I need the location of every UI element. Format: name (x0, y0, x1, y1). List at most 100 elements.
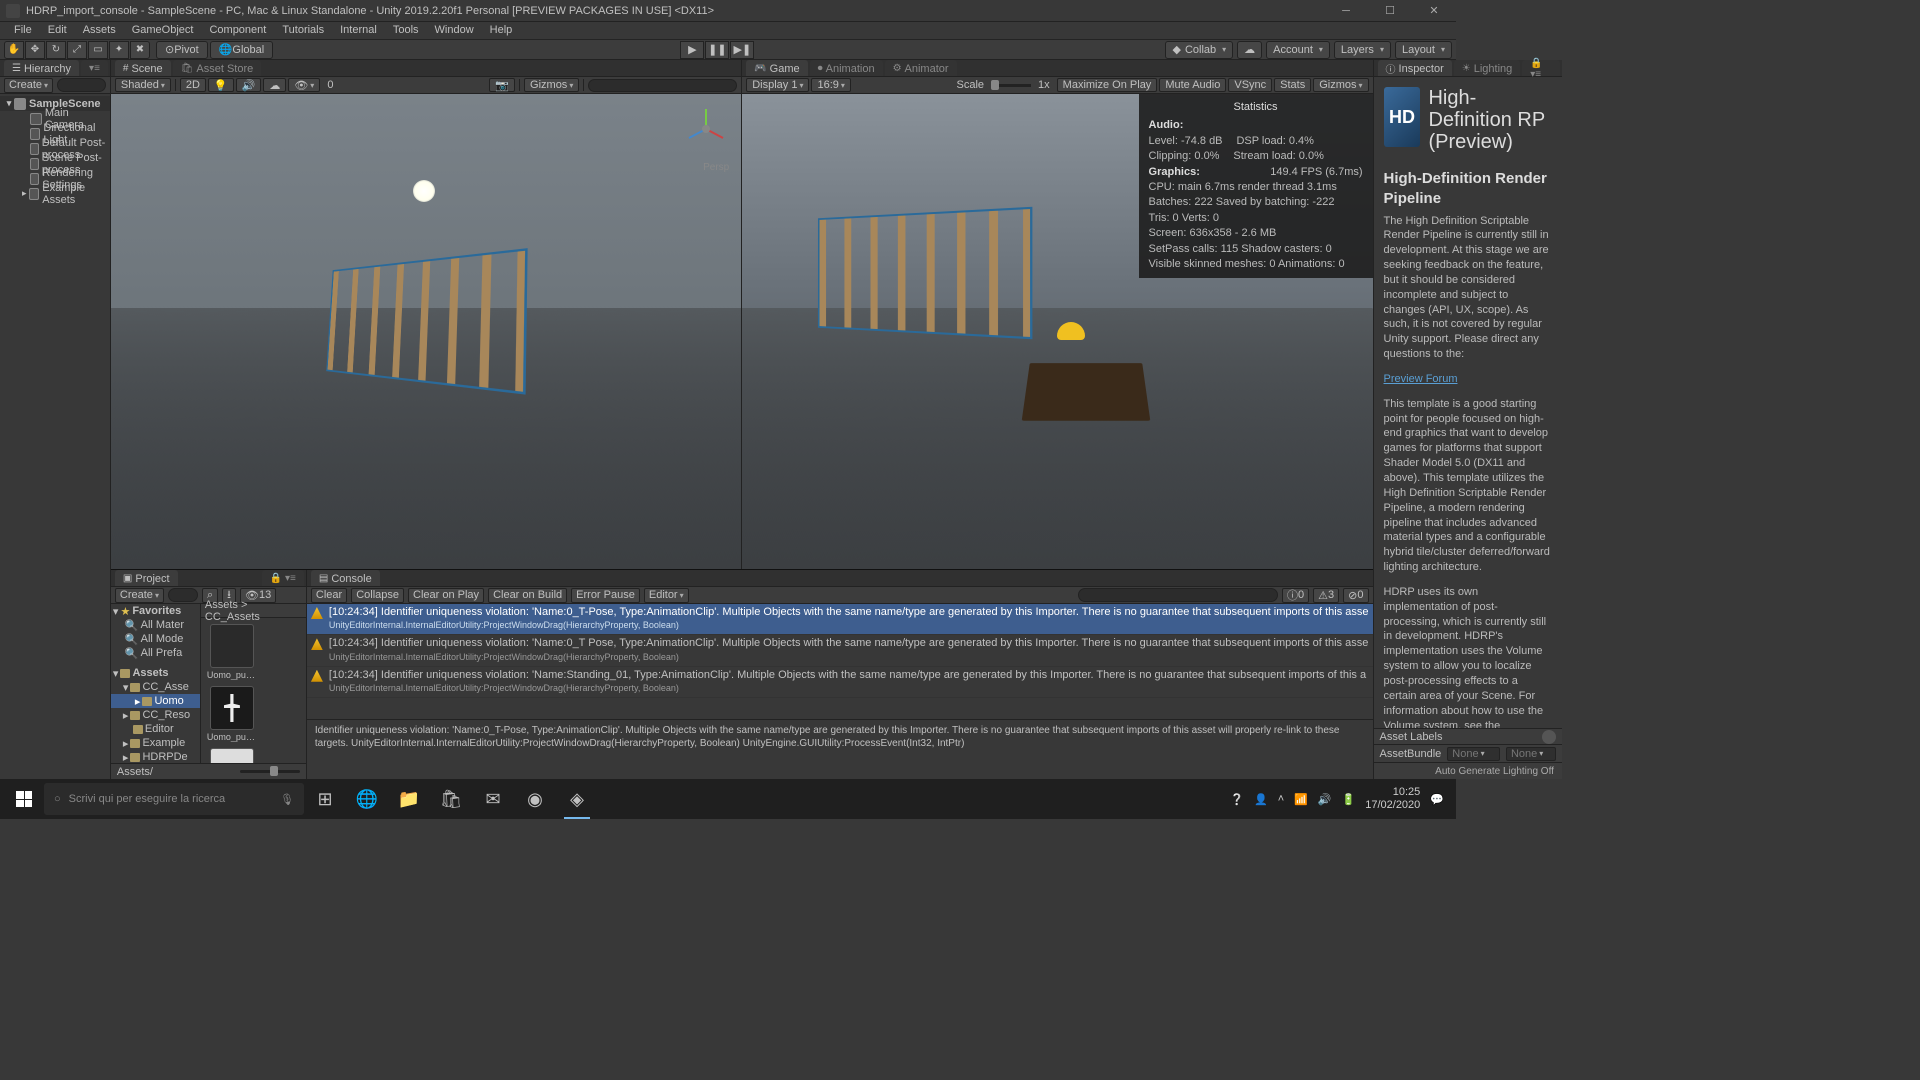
layers-dropdown[interactable]: Layers (1334, 41, 1391, 59)
maximize-button[interactable]: ☐ (1368, 0, 1412, 22)
store-icon[interactable]: 🛍 (430, 779, 472, 819)
account-dropdown[interactable]: Account (1266, 41, 1330, 59)
favorite-item[interactable]: 🔍All Mode (111, 632, 200, 646)
task-view-icon[interactable]: ⊞ (304, 779, 346, 819)
console-collapse-toggle[interactable]: Collapse (351, 588, 404, 603)
unity-taskbar-icon[interactable]: ◈ (556, 779, 598, 819)
preview-forum-link[interactable]: Preview Forum (1384, 373, 1458, 385)
minimize-button[interactable]: ─ (1324, 0, 1368, 22)
mail-icon[interactable]: ✉ (472, 779, 514, 819)
folder-row[interactable]: Editor (111, 722, 200, 736)
project-create-dropdown[interactable]: Create (115, 588, 164, 603)
maximize-on-play-toggle[interactable]: Maximize On Play (1057, 78, 1158, 92)
hierarchy-create-dropdown[interactable]: Create (4, 78, 53, 93)
rotate-tool-button[interactable]: ↻ (46, 41, 66, 59)
tab-project[interactable]: ▣ Project (115, 570, 178, 586)
menu-edit[interactable]: Edit (40, 22, 75, 39)
console-warn-count[interactable]: ⚠ 3 (1313, 588, 1339, 603)
vsync-toggle[interactable]: VSync (1228, 78, 1272, 92)
assetbundle-name-dropdown[interactable]: None (1447, 747, 1500, 761)
tab-inspector[interactable]: ⓘ Inspector (1378, 60, 1452, 76)
menu-internal[interactable]: Internal (332, 22, 385, 39)
menu-tools[interactable]: Tools (385, 22, 427, 39)
pause-button[interactable]: ❚❚ (705, 41, 729, 59)
taskbar-clock[interactable]: 10:25 17/02/2020 (1365, 786, 1420, 812)
folder-row[interactable]: ▸Uomo (111, 694, 200, 708)
notifications-icon[interactable]: 💬 (1430, 793, 1444, 806)
favorite-item[interactable]: 🔍All Mater (111, 618, 200, 632)
inspector-context-icon[interactable]: 🔒 ▾≡ (1522, 60, 1560, 76)
tab-animation[interactable]: ⏺ Animation (810, 60, 883, 76)
collab-dropdown[interactable]: ◆ Collab (1165, 41, 1233, 59)
chrome-icon[interactable]: ◉ (514, 779, 556, 819)
stats-toggle[interactable]: Stats (1274, 78, 1311, 92)
hierarchy-search-input[interactable] (57, 78, 106, 92)
console-log-row[interactable]: [10:24:34] Identifier uniqueness violati… (307, 604, 1373, 635)
tab-asset-store[interactable]: 🛍 Asset Store (173, 60, 262, 76)
move-tool-button[interactable]: ✥ (25, 41, 45, 59)
step-button[interactable]: ▶❚ (730, 41, 754, 59)
console-error-count[interactable]: ⊘ 0 (1343, 588, 1368, 603)
console-clear-button[interactable]: Clear (311, 588, 347, 603)
close-button[interactable]: ✕ (1412, 0, 1456, 22)
tray-chevron-icon[interactable]: ˄ (1278, 793, 1284, 805)
scene-viewport[interactable]: Persp (111, 94, 741, 569)
folder-row[interactable]: ▾CC_Asse (111, 680, 200, 694)
tray-people-icon[interactable]: 👤 (1254, 793, 1268, 806)
scale-tool-button[interactable]: ⤢ (67, 41, 87, 59)
console-clear-on-build-toggle[interactable]: Clear on Build (488, 588, 567, 603)
assetbundle-variant-dropdown[interactable]: None (1506, 747, 1556, 761)
folder-row[interactable]: ▸HDRPDe (111, 750, 200, 763)
menu-gameobject[interactable]: GameObject (124, 22, 202, 39)
console-error-pause-toggle[interactable]: Error Pause (571, 588, 640, 603)
camera-icon[interactable]: 📷 (489, 78, 515, 92)
menu-help[interactable]: Help (482, 22, 521, 39)
favorites-row[interactable]: ▾★Favorites (111, 604, 200, 618)
project-context-icon[interactable]: 🔒 ▾≡ (262, 570, 304, 586)
aspect-dropdown[interactable]: 16:9 (811, 78, 850, 92)
rect-tool-button[interactable]: ▭ (88, 41, 108, 59)
favorite-item[interactable]: 🔍All Prefa (111, 646, 200, 660)
menu-file[interactable]: File (6, 22, 40, 39)
taskbar-search-input[interactable]: ○ Scrivi qui per eseguire la ricerca 🎙 (44, 783, 304, 815)
hand-tool-button[interactable]: ✋ (4, 41, 24, 59)
hidden-toggle[interactable]: 👁 (288, 78, 320, 92)
axis-gizmo[interactable] (681, 104, 731, 154)
menu-tutorials[interactable]: Tutorials (274, 22, 332, 39)
explorer-icon[interactable]: 📁 (388, 779, 430, 819)
asset-item[interactable]: Uomo_pun… (207, 686, 257, 742)
console-editor-dropdown[interactable]: Editor (644, 588, 689, 603)
hierarchy-context-icon[interactable]: ▾≡ (81, 60, 108, 76)
lighting-toggle-icon[interactable]: 💡 (208, 78, 234, 92)
global-toggle[interactable]: 🌐 Global (210, 41, 274, 59)
console-log-row[interactable]: [10:24:34] Identifier uniqueness violati… (307, 667, 1373, 698)
asset-item[interactable]: Uomo_pun… (207, 624, 257, 680)
play-button[interactable]: ▶ (680, 41, 704, 59)
tray-help-icon[interactable]: ❔ (1230, 793, 1244, 806)
scene-search-input[interactable] (588, 79, 737, 92)
pivot-toggle[interactable]: ⊙ Pivot (156, 41, 208, 59)
tab-animator[interactable]: ⚙ Animator (885, 60, 957, 76)
shading-mode-dropdown[interactable]: Shaded (115, 78, 171, 92)
tab-console[interactable]: ▤ Console (311, 570, 380, 586)
hierarchy-item[interactable]: ▸Example Assets (0, 186, 110, 201)
audio-toggle-icon[interactable]: 🔊 (236, 78, 262, 92)
gizmos-dropdown[interactable]: Gizmos (524, 78, 579, 92)
console-clear-on-play-toggle[interactable]: Clear on Play (408, 588, 484, 603)
display-dropdown[interactable]: Display 1 (746, 78, 809, 92)
assets-root-row[interactable]: ▾Assets (111, 666, 200, 680)
menu-window[interactable]: Window (427, 22, 482, 39)
mute-audio-toggle[interactable]: Mute Audio (1159, 78, 1226, 92)
tab-lighting[interactable]: ☀ Lighting (1454, 60, 1521, 76)
project-search-input[interactable] (168, 588, 198, 602)
start-button[interactable] (4, 779, 44, 819)
cloud-button[interactable]: ☁ (1237, 41, 1262, 59)
layout-dropdown[interactable]: Layout (1395, 41, 1452, 59)
edge-icon[interactable]: 🌐 (346, 779, 388, 819)
tab-hierarchy[interactable]: ☰ Hierarchy (4, 60, 79, 76)
projection-label[interactable]: Persp (703, 162, 729, 173)
menu-assets[interactable]: Assets (75, 22, 124, 39)
fx-toggle-icon[interactable]: ☁ (263, 78, 286, 92)
transform-tool-button[interactable]: ✦ (109, 41, 129, 59)
game-viewport[interactable]: Statistics Audio: Level: -74.8 dB DSP lo… (742, 94, 1372, 569)
